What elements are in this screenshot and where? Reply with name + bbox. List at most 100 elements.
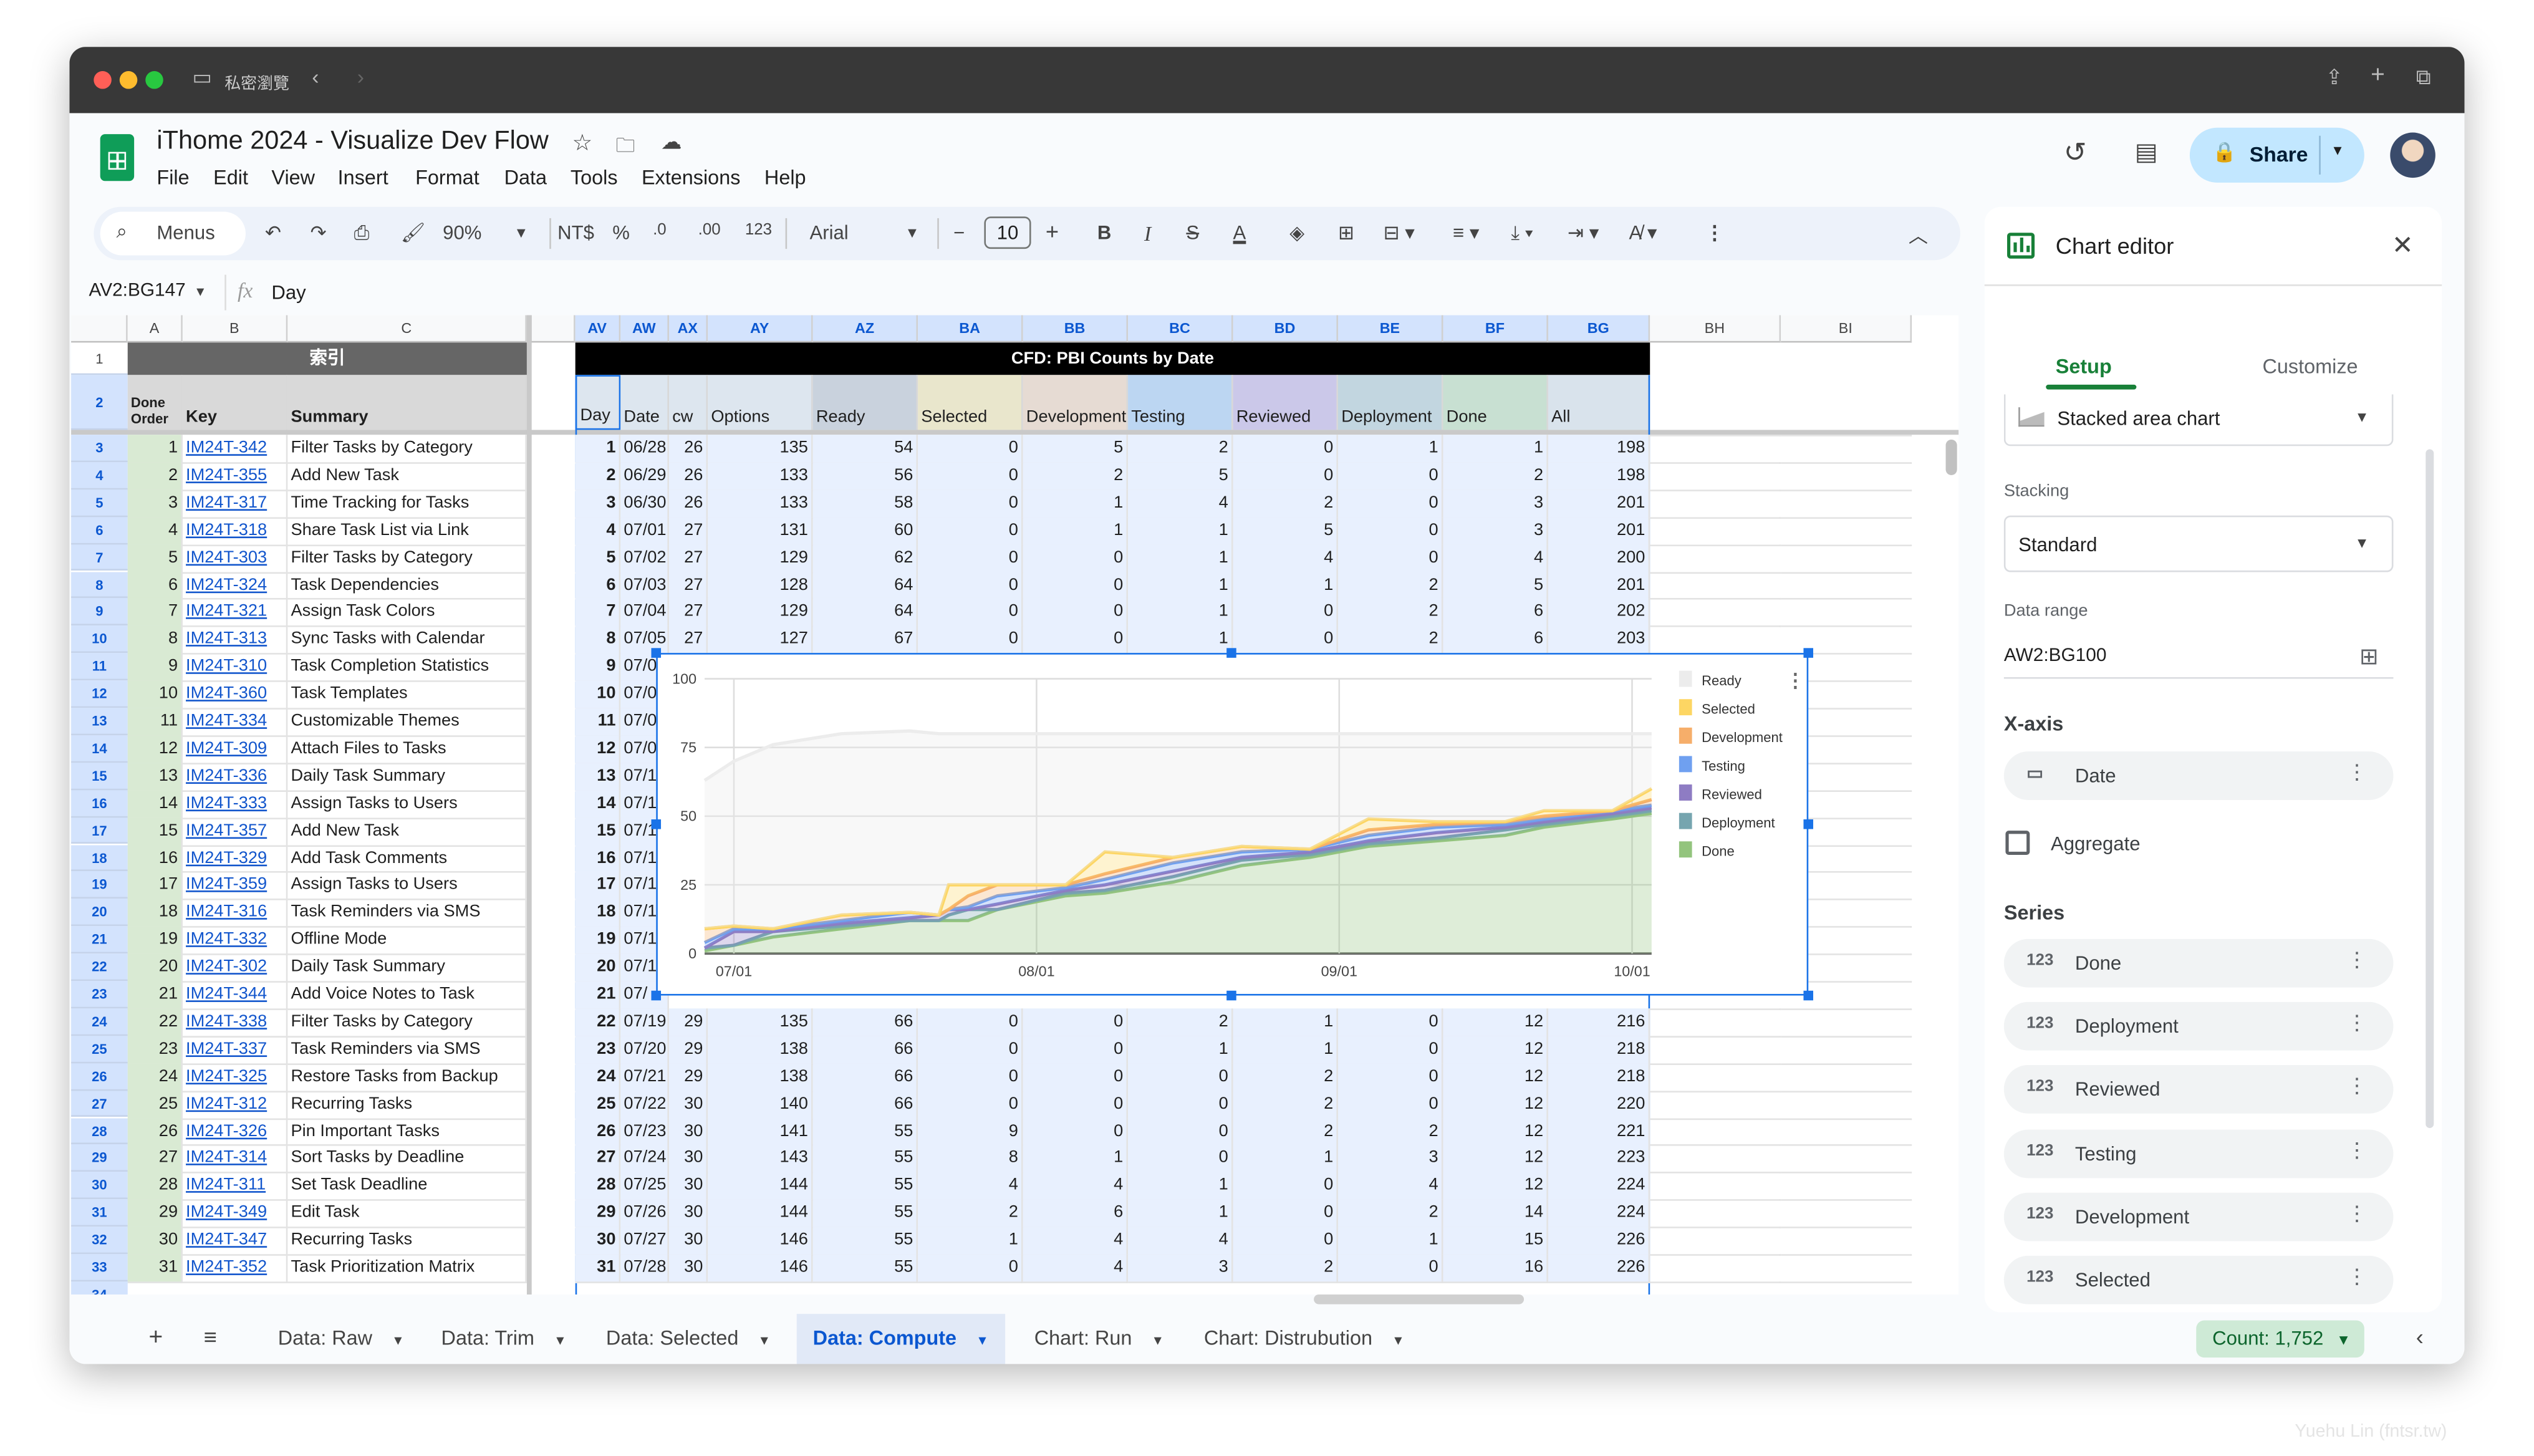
tab-setup[interactable]: Setup [2056,355,2112,378]
star-icon[interactable]: ☆ [572,129,592,157]
cfd-cell-ready[interactable]: 66 [812,1063,918,1092]
cfd-cell-testing[interactable]: 0 [1128,1145,1233,1174]
empty-cell[interactable] [1650,461,1781,464]
cfd-cell-selected[interactable]: 0 [918,598,1023,628]
cfd-cell-development[interactable]: 0 [1023,1117,1129,1147]
cfd-cell-day[interactable]: 12 [575,735,621,764]
print-icon[interactable]: ⎙ [354,221,370,246]
cfd-cell-ready[interactable]: 66 [812,1035,918,1065]
formula-input[interactable]: Day [271,281,306,304]
summary-cell[interactable]: Assign Tasks to Users [287,871,527,901]
issue-link[interactable]: IM24T-318 [186,520,267,539]
column-header-BF[interactable]: BF [1443,315,1548,343]
done-order-cell[interactable]: 26 [127,1117,183,1147]
cfd-cell-options[interactable]: 127 [708,625,813,655]
chevron-down-icon[interactable]: ▼ [976,1333,989,1348]
done-order-cell[interactable]: 20 [127,953,183,983]
row-header-29[interactable]: 29 [71,1145,128,1172]
key-cell[interactable]: IM24T-325 [182,1063,288,1092]
column-header-BE[interactable]: BE [1338,315,1443,343]
cfd-cell-day[interactable]: 17 [575,871,621,901]
cfd-cell-testing[interactable]: 1 [1128,625,1233,655]
summary-cell[interactable]: Task Templates [287,680,527,710]
cfd-cell-day[interactable]: 10 [575,680,621,710]
empty-cell[interactable] [1781,1172,1912,1174]
key-cell[interactable]: IM24T-316 [182,899,288,928]
summary-cell[interactable]: Set Task Deadline [287,1172,527,1202]
zoom-select[interactable]: 90% [443,221,481,244]
resize-handle[interactable] [651,990,662,1001]
key-cell[interactable]: IM24T-336 [182,762,288,792]
empty-cell[interactable] [1650,1199,1781,1202]
cfd-cell-date[interactable]: 07/03 [620,571,670,600]
cfd-cell-date[interactable]: 07/19 [620,1008,670,1038]
close-icon[interactable]: ✕ [2392,229,2414,262]
chevron-down-icon[interactable]: ▼ [758,1333,771,1348]
cfd-cell-options[interactable]: 133 [708,461,813,491]
cfd-cell-options[interactable]: 135 [708,1008,813,1038]
cfd-cell-ready[interactable]: 54 [812,435,918,464]
issue-link[interactable]: IM24T-329 [186,847,267,867]
cfd-cell-deployment[interactable]: 2 [1338,1199,1443,1229]
summary-cell[interactable]: Assign Task Colors [287,598,527,628]
series-item-reviewed[interactable]: 123 Reviewed ⋮ [2003,1066,2394,1114]
cfd-cell-selected[interactable]: 0 [918,1008,1023,1038]
summary-cell[interactable]: Add Task Comments [287,844,527,874]
back-icon[interactable]: ‹ [312,65,319,89]
empty-cell[interactable] [1781,516,1912,519]
cfd-cell-development[interactable]: 0 [1023,625,1129,655]
menu-help[interactable]: Help [764,166,806,189]
cfd-cell-reviewed[interactable]: 1 [1233,1145,1339,1174]
row-header-30[interactable]: 30 [71,1172,128,1200]
cfd-cell-done[interactable]: 12 [1443,1117,1548,1147]
cfd-cell-options[interactable]: 135 [708,435,813,464]
cfd-cell-deployment[interactable]: 3 [1338,1145,1443,1174]
column-header-BA[interactable]: BA [918,315,1023,343]
cfd-cell-day[interactable]: 24 [575,1063,621,1092]
cfd-cell-all[interactable]: 223 [1548,1145,1650,1174]
cfd-cell-all[interactable]: 198 [1548,461,1650,491]
font-size-input[interactable]: 10 [984,216,1031,249]
resize-handle[interactable] [1226,648,1236,658]
summary-cell[interactable]: Offline Mode [287,926,527,955]
cfd-cell-deployment[interactable]: 1 [1338,435,1443,464]
row-header-21[interactable]: 21 [71,926,128,954]
cfd-cell-day[interactable]: 7 [575,598,621,628]
empty-cell[interactable] [1781,1008,1912,1010]
key-cell[interactable]: IM24T-359 [182,871,288,901]
row-header-34[interactable]: 34 [71,1281,128,1295]
column-header-BI[interactable]: BI [1781,315,1912,343]
cfd-cell-options[interactable]: 138 [708,1035,813,1065]
empty-cell[interactable] [1650,516,1781,519]
column-header-BG[interactable]: BG [1548,315,1650,343]
row-header-26[interactable]: 26 [71,1063,128,1091]
cfd-cell-options[interactable]: 138 [708,1063,813,1092]
summary-cell[interactable]: Time Tracking for Tasks [287,489,527,519]
stacking-select[interactable]: Standard ▼ [2003,515,2394,572]
cfd-cell-development[interactable]: 0 [1023,1035,1129,1065]
cfd-cell-done[interactable]: 3 [1443,489,1548,519]
sheet-tab-data-raw[interactable]: Data: Raw ▼ [262,1314,421,1364]
cfd-cell-done[interactable]: 6 [1443,625,1548,655]
menu-data[interactable]: Data [504,166,547,189]
row-header-20[interactable]: 20 [71,899,128,927]
cfd-cell-day[interactable]: 27 [575,1145,621,1174]
cfd-cell-day[interactable]: 8 [575,625,621,655]
empty-cell[interactable] [1781,461,1912,464]
issue-link[interactable]: IM24T-302 [186,957,267,976]
resize-handle[interactable] [1803,648,1813,658]
forward-icon[interactable]: › [357,65,364,89]
cfd-cell-date[interactable]: 07/04 [620,598,670,628]
cfd-cell-date[interactable]: 06/30 [620,489,670,519]
text-rotation-icon[interactable]: A̸ ▾ [1629,221,1657,244]
cfd-cell-done[interactable]: 2 [1443,461,1548,491]
cfd-cell-selected[interactable]: 0 [918,461,1023,491]
cfd-cell-selected[interactable]: 9 [918,1117,1023,1147]
vertical-align-icon[interactable]: ⤓ ▾ [1511,221,1533,246]
percent-format-button[interactable]: % [612,221,630,244]
cfd-cell-ready[interactable]: 62 [812,544,918,573]
cfd-cell-deployment[interactable]: 4 [1338,1172,1443,1202]
series-item-testing[interactable]: 123 Testing ⋮ [2003,1129,2394,1178]
cfd-cell-cw[interactable]: 26 [669,461,708,491]
cfd-cell-reviewed[interactable]: 0 [1233,1172,1339,1202]
